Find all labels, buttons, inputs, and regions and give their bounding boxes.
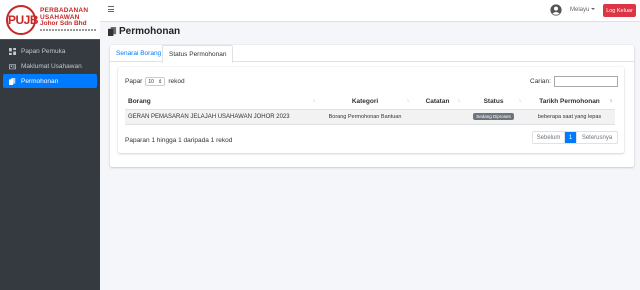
logout-button[interactable]: Log Keluar: [603, 4, 636, 17]
tab-senarai-borang[interactable]: Senarai Borang: [110, 45, 167, 62]
column-header-borang[interactable]: Borang ↑↓: [125, 94, 318, 110]
cell-kategori: Borang Permohonan Bantuan: [318, 109, 412, 125]
top-navbar: Melayu Log Keluar: [100, 0, 640, 22]
status-badge: Sedang Diproses: [473, 113, 514, 120]
pagination-page-button[interactable]: 1: [565, 132, 577, 143]
pagination-prev-button[interactable]: Sebelum: [533, 132, 565, 143]
sidebar-item-papan-pemuka[interactable]: Papan Pemuka: [3, 44, 97, 58]
sort-icon: ↑↓: [518, 98, 522, 104]
cell-borang: GERAN PEMASARAN JELAJAH USAHAWAN JOHOR 2…: [125, 109, 318, 125]
copy-icon: [9, 77, 16, 85]
logo-emblem: PUJB: [6, 4, 39, 35]
page-length-select[interactable]: 10 ⇕: [145, 77, 166, 86]
applications-table: Borang ↑↓ Kategori ↑↓ Catatan ↑↓ Status ↑↓ T…: [125, 94, 615, 125]
cell-status: Sedang Diproses: [463, 109, 524, 125]
cell-catatan: [412, 109, 463, 125]
sidebar-item-label: Permohonan: [21, 77, 59, 85]
table-header-row: Borang ↑↓ Kategori ↑↓ Catatan ↑↓ Status ↑↓ T…: [125, 94, 615, 110]
sidebar-item-label: Papan Pemuka: [21, 47, 66, 55]
cell-tarikh: beberapa saat yang lepas: [524, 109, 615, 125]
page-length-control: Papar 10 ⇕ rekod: [125, 77, 185, 86]
sort-icon: ↑↓: [457, 98, 461, 104]
sort-icon: ↑↓: [406, 98, 410, 104]
brand-divider: [40, 28, 96, 31]
copy-icon: [108, 27, 117, 36]
table-panel: Papar 10 ⇕ rekod Carian: Borang ↑↓ Katego…: [118, 67, 624, 153]
dashboard-icon: [9, 47, 16, 55]
sidebar-item-permohonan[interactable]: Permohonan: [3, 74, 97, 88]
length-suffix: rekod: [168, 78, 185, 85]
chevron-down-icon: [591, 8, 596, 11]
brand-logo[interactable]: PUJB PERBADANAN USAHAWAN Johor Sdn Bhd: [0, 0, 100, 40]
tab-bar: Senarai Borang Status Permohonan: [110, 45, 634, 63]
search-control: Carian:: [530, 76, 618, 87]
pagination-next-button[interactable]: Seterusnya: [577, 132, 617, 143]
tab-status-permohonan[interactable]: Status Permohonan: [162, 45, 234, 63]
table-info: Paparan 1 hingga 1 daripada 1 rekod: [125, 137, 233, 144]
menu-toggle-icon[interactable]: [108, 6, 114, 12]
language-dropdown[interactable]: Melayu: [570, 7, 596, 13]
language-label: Melayu: [570, 7, 590, 13]
sort-updown-icon: ⇕: [158, 78, 163, 85]
user-avatar-icon[interactable]: [550, 4, 562, 16]
search-label: Carian:: [530, 78, 551, 85]
sidebar-item-label: Maklumat Usahawan: [21, 62, 82, 70]
pagination: Sebelum 1 Seterusnya: [532, 131, 618, 144]
column-header-status[interactable]: Status ↑↓: [463, 94, 524, 110]
brand-line-3: Johor Sdn Bhd: [40, 20, 87, 28]
page-header: Permohonan: [108, 26, 180, 37]
length-prefix: Papar: [125, 78, 143, 85]
column-header-catatan[interactable]: Catatan ↑↓: [412, 94, 463, 110]
search-input[interactable]: [553, 76, 618, 87]
sidebar: PUJB PERBADANAN USAHAWAN Johor Sdn Bhd P…: [0, 0, 100, 290]
page-length-value: 10: [148, 78, 154, 85]
sidebar-nav: Papan Pemuka Maklumat Usahawan Permohona…: [0, 40, 100, 88]
main-card: Senarai Borang Status Permohonan Papar 1…: [110, 45, 634, 167]
sidebar-item-maklumat-usahawan[interactable]: Maklumat Usahawan: [3, 59, 97, 73]
column-header-kategori[interactable]: Kategori ↑↓: [318, 94, 412, 110]
table-row[interactable]: GERAN PEMASARAN JELAJAH USAHAWAN JOHOR 2…: [125, 109, 615, 125]
brand-text: PERBADANAN USAHAWAN Johor Sdn Bhd: [40, 8, 96, 31]
sort-icon: ↑↓: [312, 98, 316, 104]
column-header-tarikh-permohonan[interactable]: Tarikh Permohonan ↑↓: [524, 94, 615, 110]
page-title: Permohonan: [119, 26, 181, 37]
id-card-icon: [9, 63, 16, 69]
sort-icon: ↑↓: [609, 98, 613, 104]
